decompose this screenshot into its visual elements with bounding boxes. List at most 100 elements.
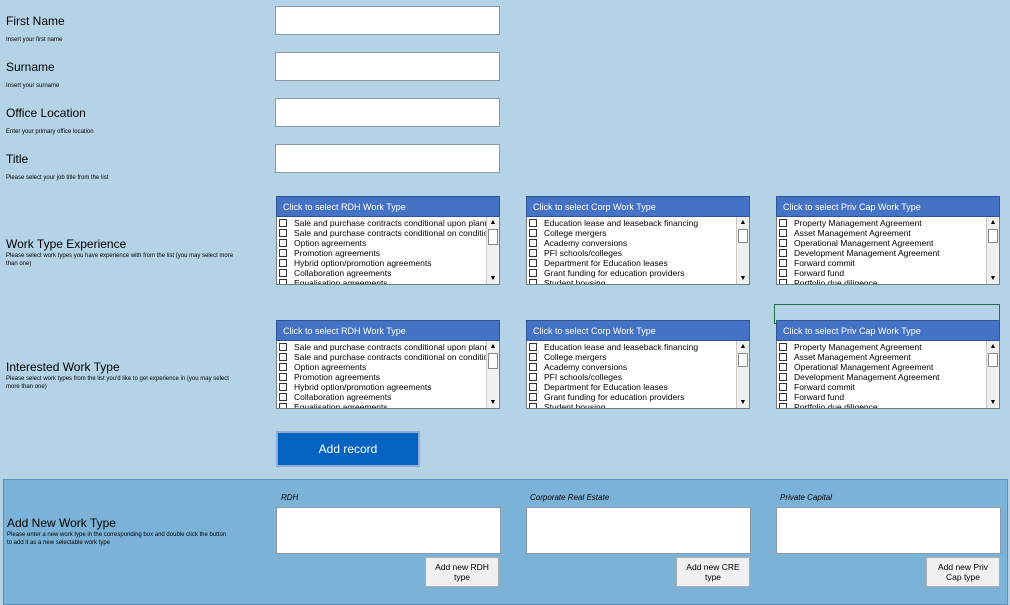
experience-corp-item[interactable]: Grant funding for education providers <box>527 268 736 278</box>
interested-rdh-item[interactable]: Sale and purchase contracts conditional … <box>277 342 486 352</box>
experience-priv-list[interactable]: Click to select Priv Cap Work Type Prope… <box>776 196 1000 287</box>
interested-priv-item[interactable]: Asset Management Agreement <box>777 352 986 362</box>
checkbox[interactable] <box>779 373 787 381</box>
checkbox[interactable] <box>779 343 787 351</box>
experience-rdh-item[interactable]: Promotion agreements <box>277 248 486 258</box>
checkbox[interactable] <box>779 259 787 267</box>
office-location-input[interactable] <box>275 98 500 127</box>
checkbox[interactable] <box>279 249 287 257</box>
experience-priv-item[interactable]: Asset Management Agreement <box>777 228 986 238</box>
experience-priv-item[interactable]: Operational Management Agreement <box>777 238 986 248</box>
scroll-down-icon[interactable]: ▼ <box>487 397 499 408</box>
interested-corp-item[interactable]: Student housing <box>527 402 736 408</box>
scroll-thumb[interactable] <box>488 353 498 369</box>
interested-priv-item[interactable]: Property Management Agreement <box>777 342 986 352</box>
checkbox[interactable] <box>279 239 287 247</box>
checkbox[interactable] <box>529 383 537 391</box>
checkbox[interactable] <box>779 219 787 227</box>
interested-priv-item[interactable]: Forward commit <box>777 382 986 392</box>
experience-corp-item[interactable]: Department for Education leases <box>527 258 736 268</box>
add-new-rdh-type-button[interactable]: Add new RDH type <box>425 557 499 587</box>
experience-rdh-item[interactable]: Sale and purchase contracts conditional … <box>277 228 486 238</box>
experience-rdh-list[interactable]: Click to select RDH Work Type Sale and p… <box>276 196 500 287</box>
checkbox[interactable] <box>779 393 787 401</box>
experience-corp-item[interactable]: PFI schools/colleges <box>527 248 736 258</box>
checkbox[interactable] <box>779 363 787 371</box>
experience-corp-item[interactable]: Education lease and leaseback financing <box>527 218 736 228</box>
scrollbar[interactable]: ▲ ▼ <box>486 217 499 284</box>
interested-rdh-item[interactable]: Collaboration agreements <box>277 392 486 402</box>
interested-rdh-item[interactable]: Sale and purchase contracts conditional … <box>277 352 486 362</box>
checkbox[interactable] <box>779 239 787 247</box>
title-input[interactable] <box>275 144 500 173</box>
checkbox[interactable] <box>529 393 537 401</box>
experience-priv-listbox[interactable]: Property Management Agreement Asset Manag… <box>776 217 1000 285</box>
experience-corp-item[interactable]: College mergers <box>527 228 736 238</box>
interested-priv-item[interactable]: Forward fund <box>777 392 986 402</box>
interested-corp-item[interactable]: Department for Education leases <box>527 382 736 392</box>
surname-input[interactable] <box>275 52 500 81</box>
experience-corp-listbox[interactable]: Education lease and leaseback financing C… <box>526 217 750 285</box>
experience-corp-item[interactable]: Academy conversions <box>527 238 736 248</box>
add-record-button[interactable]: Add record <box>276 431 420 467</box>
first-name-input[interactable] <box>275 6 500 35</box>
interested-corp-item[interactable]: PFI schools/colleges <box>527 372 736 382</box>
experience-rdh-item[interactable]: Hybrid option/promotion agreements <box>277 258 486 268</box>
scroll-up-icon[interactable]: ▲ <box>737 341 749 352</box>
scrollbar[interactable]: ▲ ▼ <box>736 217 749 284</box>
interested-corp-item[interactable]: Grant funding for education providers <box>527 392 736 402</box>
interested-corp-list[interactable]: Click to select Corp Work Type Education… <box>526 320 750 411</box>
checkbox[interactable] <box>779 353 787 361</box>
checkbox[interactable] <box>529 239 537 247</box>
interested-rdh-item[interactable]: Hybrid option/promotion agreements <box>277 382 486 392</box>
scrollbar[interactable]: ▲ ▼ <box>986 341 999 408</box>
checkbox[interactable] <box>529 353 537 361</box>
experience-rdh-item[interactable]: Sale and purchase contracts conditional … <box>277 218 486 228</box>
checkbox[interactable] <box>279 229 287 237</box>
experience-rdh-item[interactable]: Option agreements <box>277 238 486 248</box>
checkbox[interactable] <box>279 373 287 381</box>
new-rdh-type-input[interactable] <box>276 507 501 554</box>
scroll-thumb[interactable] <box>738 353 748 367</box>
interested-priv-listbox[interactable]: Property Management Agreement Asset Manag… <box>776 341 1000 409</box>
experience-rdh-item[interactable]: Equalisation agreements <box>277 278 486 284</box>
checkbox[interactable] <box>529 269 537 277</box>
experience-rdh-listbox[interactable]: Sale and purchase contracts conditional … <box>276 217 500 285</box>
scroll-down-icon[interactable]: ▼ <box>737 273 749 284</box>
new-priv-type-input[interactable] <box>776 507 1001 554</box>
experience-corp-list[interactable]: Click to select Corp Work Type Education… <box>526 196 750 287</box>
scroll-down-icon[interactable]: ▼ <box>737 397 749 408</box>
interested-rdh-header[interactable]: Click to select RDH Work Type <box>276 320 500 341</box>
scroll-up-icon[interactable]: ▲ <box>487 341 499 352</box>
checkbox[interactable] <box>779 249 787 257</box>
interested-corp-item[interactable]: College mergers <box>527 352 736 362</box>
checkbox[interactable] <box>529 343 537 351</box>
scroll-thumb[interactable] <box>738 229 748 243</box>
experience-rdh-item[interactable]: Collaboration agreements <box>277 268 486 278</box>
checkbox[interactable] <box>529 259 537 267</box>
checkbox[interactable] <box>279 269 287 277</box>
interested-priv-item[interactable]: Development Management Agreement <box>777 372 986 382</box>
interested-rdh-list[interactable]: Click to select RDH Work Type Sale and p… <box>276 320 500 411</box>
interested-corp-listbox[interactable]: Education lease and leaseback financing C… <box>526 341 750 409</box>
experience-priv-item[interactable]: Portfolio due diligence <box>777 278 986 284</box>
scrollbar[interactable]: ▲ ▼ <box>736 341 749 408</box>
checkbox[interactable] <box>279 353 287 361</box>
checkbox[interactable] <box>279 343 287 351</box>
checkbox[interactable] <box>529 249 537 257</box>
scroll-up-icon[interactable]: ▲ <box>737 217 749 228</box>
checkbox[interactable] <box>529 363 537 371</box>
scroll-down-icon[interactable]: ▼ <box>987 273 999 284</box>
scroll-up-icon[interactable]: ▲ <box>987 217 999 228</box>
checkbox[interactable] <box>279 219 287 227</box>
checkbox[interactable] <box>529 229 537 237</box>
checkbox[interactable] <box>529 403 537 408</box>
checkbox[interactable] <box>779 279 787 284</box>
checkbox[interactable] <box>279 403 287 408</box>
scroll-thumb[interactable] <box>988 229 998 243</box>
scroll-up-icon[interactable]: ▲ <box>487 217 499 228</box>
checkbox[interactable] <box>529 219 537 227</box>
experience-priv-item[interactable]: Property Management Agreement <box>777 218 986 228</box>
experience-priv-item[interactable]: Forward commit <box>777 258 986 268</box>
interested-rdh-item[interactable]: Equalisation agreements <box>277 402 486 408</box>
